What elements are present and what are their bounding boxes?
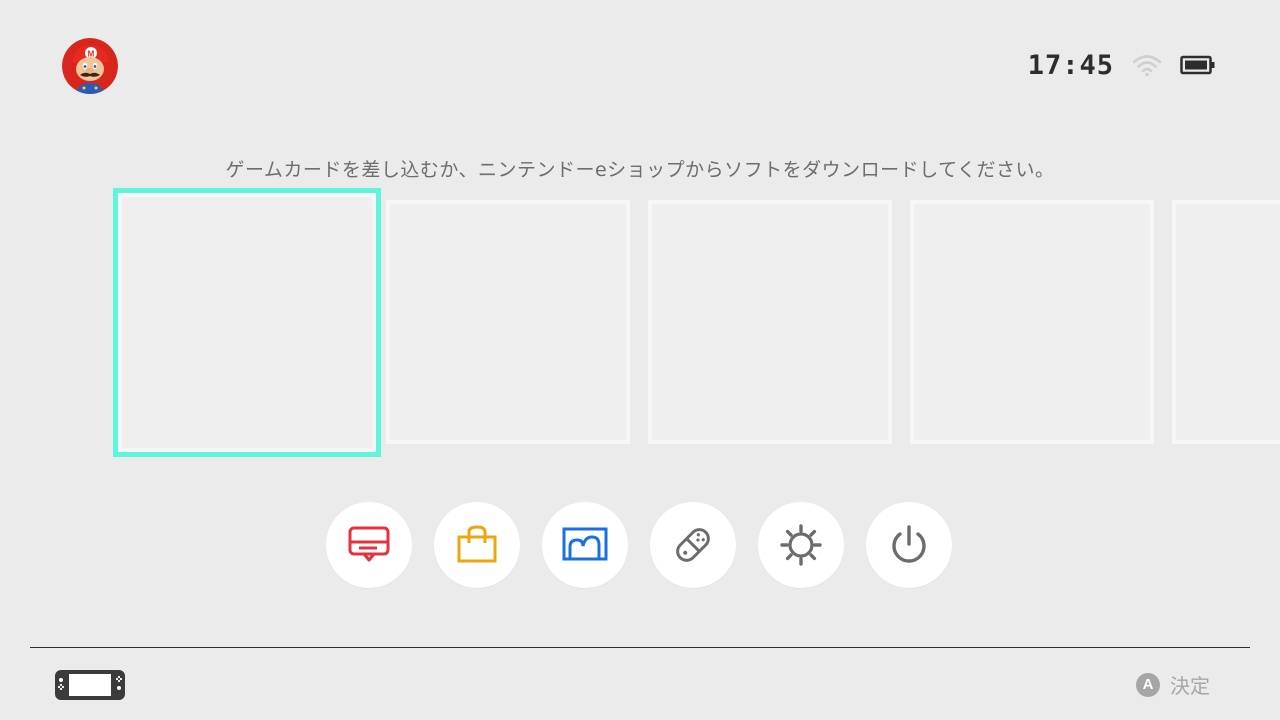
controllers-button[interactable] bbox=[650, 502, 736, 588]
settings-gear-icon bbox=[780, 524, 822, 566]
home-screen: M 17:45 ゲームカードを差し込むか、ニンテンドーeショップからソフトをダウ… bbox=[0, 0, 1280, 720]
power-icon bbox=[892, 525, 926, 563]
status-bar: 17:45 bbox=[1028, 48, 1216, 82]
controller-icon bbox=[676, 528, 710, 562]
news-icon bbox=[348, 526, 390, 562]
a-button-icon: A bbox=[1136, 672, 1160, 697]
album-button[interactable] bbox=[542, 502, 628, 588]
footer-divider bbox=[30, 647, 1250, 648]
system-settings-button[interactable] bbox=[758, 502, 844, 588]
clock: 17:45 bbox=[1027, 49, 1114, 81]
user-avatar[interactable]: M bbox=[62, 38, 118, 94]
game-slot[interactable] bbox=[1172, 200, 1280, 444]
battery-icon bbox=[1180, 55, 1216, 75]
eshop-bag-icon bbox=[457, 525, 497, 563]
switch-console-icon bbox=[54, 669, 126, 705]
game-slot-empty bbox=[122, 197, 372, 448]
mario-avatar-icon: M bbox=[62, 38, 118, 94]
instruction-text: ゲームカードを差し込むか、ニンテンドーeショップからソフトをダウンロードしてくだ… bbox=[225, 159, 1055, 181]
game-slot[interactable] bbox=[386, 200, 630, 444]
home-menu-dock bbox=[326, 502, 952, 588]
game-slot[interactable] bbox=[910, 200, 1154, 444]
confirm-hint: A 決定 bbox=[1136, 670, 1210, 699]
game-slot[interactable] bbox=[648, 200, 892, 444]
eshop-button[interactable] bbox=[434, 502, 520, 588]
album-icon bbox=[562, 527, 608, 561]
power-button[interactable] bbox=[866, 502, 952, 588]
game-slot-selected[interactable] bbox=[113, 188, 381, 457]
confirm-label: 決定 bbox=[1170, 674, 1210, 698]
news-button[interactable] bbox=[326, 502, 412, 588]
wifi-icon bbox=[1132, 53, 1162, 77]
